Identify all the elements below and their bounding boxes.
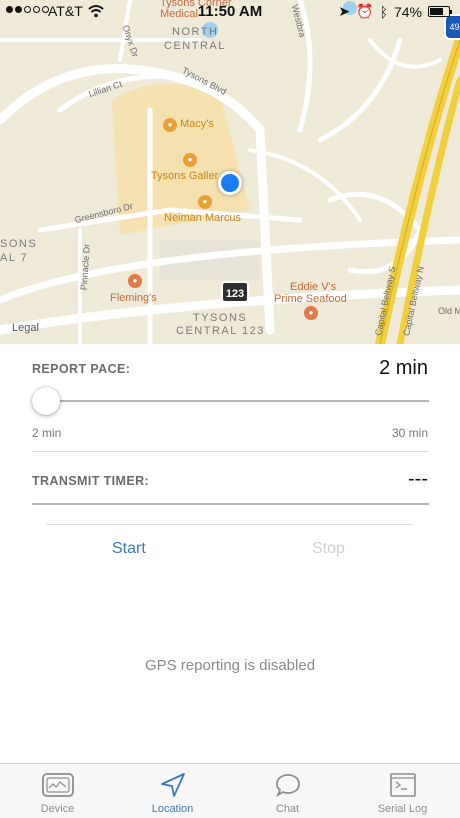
tab-label: Location (151, 803, 194, 815)
map-label-central: CENTRAL (164, 40, 226, 52)
transmit-timer-bar (32, 503, 429, 505)
tab-device[interactable]: Device (0, 764, 115, 818)
terminal-icon (389, 773, 416, 797)
current-location-dot (218, 171, 242, 195)
slider-max-label: 30 min (391, 426, 428, 440)
divider (32, 451, 429, 452)
transmit-timer-value: --- (408, 468, 428, 490)
route-123-shield: 123 (221, 281, 249, 303)
tab-bar: Device Location Chat Serial Log (0, 763, 460, 818)
map-label-tysons: TYSONS (193, 312, 248, 324)
map-label-al7: AL 7 (0, 252, 29, 264)
map-label-prime-seafood: Prime Seafood (274, 293, 347, 305)
report-pace-label: REPORT PACE: (32, 362, 131, 376)
map-label-neiman-marcus: Neiman Marcus (164, 212, 242, 224)
start-button[interactable]: Start (112, 540, 146, 558)
shopping-bag-icon: ● (163, 118, 177, 132)
status-bar: AT&T 11:50 AM ➤ ⏰ ᛒ 74% (0, 0, 460, 24)
transmit-timer-label: TRANSMIT TIMER: (32, 474, 150, 488)
divider (46, 524, 412, 525)
location-services-icon: ➤ (338, 3, 351, 19)
battery-fill (430, 8, 444, 15)
report-pace-slider-thumb[interactable] (32, 387, 60, 415)
map-label-sons: SONS (0, 238, 38, 250)
tab-chat[interactable]: Chat (230, 764, 345, 818)
map-legal-link[interactable]: Legal (12, 322, 39, 334)
map-label-central-123: CENTRAL 123 (176, 325, 265, 337)
map-view[interactable]: NORTH CENTRAL TYSONS CENTRAL 123 SONS AL… (0, 0, 460, 344)
map-road-old-m: Old M (438, 306, 460, 316)
battery-icon (428, 6, 452, 17)
tab-location[interactable]: Location (115, 764, 230, 818)
map-label-eddie-v: Eddie V's (290, 281, 337, 293)
report-pace-value: 2 min (379, 357, 428, 379)
report-pace-slider-track[interactable] (32, 400, 429, 402)
battery-percent: 74% (393, 3, 422, 20)
shopping-bag-icon: ● (198, 195, 212, 209)
status-icons: ➤ ⏰ ᛒ 74% (338, 3, 452, 20)
tab-label: Chat (275, 803, 300, 815)
device-icon (41, 773, 74, 797)
map-label-macys: Macy's (180, 118, 214, 130)
map-label-tysons-galleria: Tysons Galler (151, 170, 219, 182)
map-label-north: NORTH (172, 26, 219, 38)
restaurant-icon: ● (304, 306, 318, 320)
location-arrow-icon (160, 773, 185, 797)
alarm-icon: ⏰ (356, 3, 374, 19)
tab-serial-log[interactable]: Serial Log (345, 764, 460, 818)
gps-status-message: GPS reporting is disabled (144, 657, 316, 674)
bluetooth-icon: ᛒ (379, 3, 388, 20)
tab-label: Serial Log (377, 803, 428, 815)
tab-label: Device (40, 803, 75, 815)
slider-min-label: 2 min (32, 426, 62, 440)
stop-button[interactable]: Stop (312, 540, 345, 558)
map-label-flemings: Fleming's (110, 292, 157, 304)
chat-bubble-icon (275, 774, 300, 798)
restaurant-icon: ● (128, 274, 142, 288)
shopping-bag-icon: ● (183, 153, 197, 167)
